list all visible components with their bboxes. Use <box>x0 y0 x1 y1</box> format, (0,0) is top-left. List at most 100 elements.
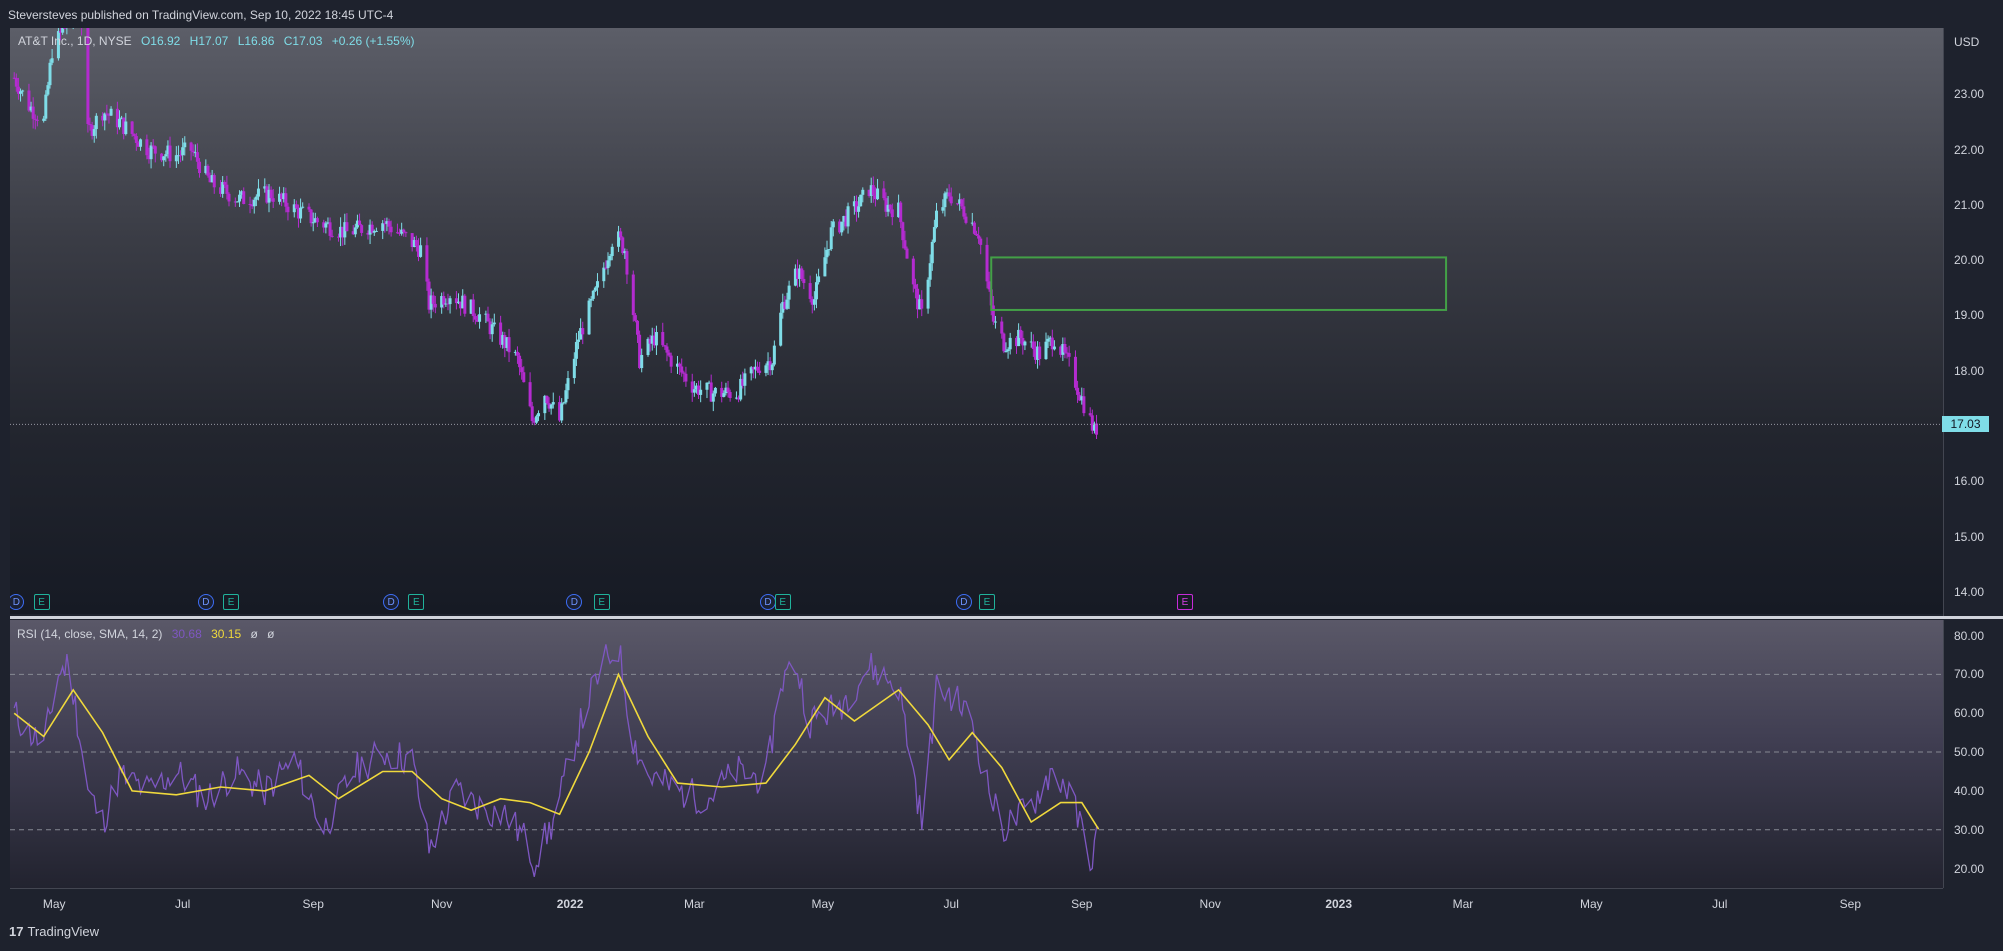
candle-body <box>189 142 193 151</box>
candle-body <box>212 175 216 188</box>
candle-body <box>515 351 519 356</box>
candle-body <box>905 248 909 259</box>
candle-body <box>518 355 522 368</box>
candle-body <box>692 389 696 393</box>
candle-body <box>1076 387 1080 395</box>
candle-body <box>1044 341 1048 360</box>
time-tick-label: Mar <box>1452 897 1474 911</box>
candle-body <box>238 194 242 202</box>
earnings-marker[interactable]: E <box>223 594 240 610</box>
close-value: C17.03 <box>283 34 323 48</box>
time-tick-label: Jul <box>943 897 959 911</box>
candle-body <box>631 274 635 316</box>
top-bar: Steversteves published on TradingView.co… <box>0 0 2003 28</box>
candle-body <box>448 298 452 305</box>
price-chart-svg[interactable] <box>10 28 1943 614</box>
dividend-marker[interactable]: D <box>197 594 214 610</box>
candle-body <box>1004 351 1008 353</box>
candle-body <box>608 255 612 261</box>
rsi-extra-1: ø <box>250 627 258 641</box>
rsi-pane[interactable]: RSI (14, close, SMA, 14, 2) 30.68 30.15 … <box>10 620 1943 888</box>
candle-body <box>678 363 682 367</box>
candle-body <box>256 188 260 197</box>
candle-body <box>223 182 227 185</box>
price-tick-label: 21.00 <box>1954 197 1985 212</box>
candle-body <box>88 123 92 126</box>
candle-body <box>680 366 684 373</box>
candle-body <box>507 337 511 353</box>
candle-body <box>619 231 623 238</box>
candle-body <box>50 58 54 63</box>
price-chart-pane[interactable]: AT&T Inc., 1D, NYSE O16.92 H17.07 L16.86… <box>10 28 1943 614</box>
pane-separator[interactable] <box>10 616 2003 619</box>
candle-body <box>522 372 526 383</box>
candle-body <box>1019 329 1023 338</box>
candle-body <box>42 118 46 121</box>
candle-body <box>551 402 555 405</box>
candle-body <box>764 365 768 373</box>
candle-body <box>286 206 290 213</box>
candle-body <box>711 393 715 402</box>
candle-body <box>1002 333 1006 352</box>
candle-body <box>225 184 229 194</box>
candle-body <box>979 238 983 245</box>
earnings-marker[interactable]: E <box>979 594 996 610</box>
rsi-tick-label: 70.00 <box>1954 667 1985 682</box>
candle-body <box>705 382 709 390</box>
rsi-tick-label: 50.00 <box>1954 745 1985 760</box>
candle-body <box>284 193 288 207</box>
supply-zone-rectangle[interactable] <box>990 256 1448 311</box>
candle-body <box>387 221 391 227</box>
time-tick-label: 2023 <box>1325 897 1353 911</box>
candle-body <box>823 257 827 277</box>
earnings-marker[interactable]: E <box>1176 594 1193 610</box>
candle-body <box>964 216 968 223</box>
rsi-chart-svg[interactable] <box>10 620 1943 888</box>
candle-body <box>235 201 239 203</box>
open-value: O16.92 <box>140 34 181 48</box>
candle-body <box>330 235 334 237</box>
price-tick-label: 16.00 <box>1954 474 1985 489</box>
candle-body <box>48 62 52 86</box>
candle-body <box>1031 341 1035 350</box>
earnings-marker[interactable]: E <box>408 594 425 610</box>
earnings-marker[interactable]: E <box>33 594 50 610</box>
rsi-axis[interactable]: 80.00 70.00 60.00 50.00 40.00 30.00 20.00 <box>1943 620 2003 888</box>
candle-body <box>1063 343 1067 353</box>
candle-body <box>932 227 936 242</box>
candle-body <box>431 295 435 304</box>
candle-body <box>471 299 475 317</box>
rsi-label[interactable]: RSI (14, close, SMA, 14, 2) <box>17 627 162 641</box>
candle-body <box>577 339 581 342</box>
earnings-marker[interactable]: E <box>593 594 610 610</box>
candle-body <box>772 345 776 365</box>
candle-body <box>433 303 437 308</box>
time-tick-label: May <box>811 897 835 911</box>
candle-body <box>490 324 494 335</box>
candle-body <box>162 156 166 161</box>
candle-body <box>817 276 821 283</box>
time-tick-label: Sep <box>302 897 324 911</box>
candle-body <box>846 206 850 227</box>
dividend-marker[interactable]: D <box>760 594 777 610</box>
candle-body <box>1067 353 1071 357</box>
symbol-name[interactable]: AT&T Inc., 1D, NYSE <box>18 34 132 48</box>
candle-body <box>149 145 153 160</box>
tradingview-logo[interactable]: 17 TradingView <box>9 924 99 939</box>
candle-body <box>861 189 865 195</box>
candle-body <box>621 237 625 254</box>
dividend-marker[interactable]: D <box>955 594 972 610</box>
price-axis[interactable]: USD 23.0022.0021.0020.0019.0018.0017.001… <box>1943 28 2003 616</box>
candle-body <box>1082 396 1086 414</box>
candle-body <box>1006 349 1010 352</box>
time-tick-label: Nov <box>1199 897 1221 911</box>
dividend-marker[interactable]: D <box>383 594 400 610</box>
candle-body <box>389 226 393 233</box>
candle-body <box>124 121 128 135</box>
candle-body <box>139 139 143 147</box>
earnings-marker[interactable]: E <box>774 594 791 610</box>
candle-body <box>328 222 332 236</box>
time-axis[interactable]: May Jul Sep Nov 2022 Mar May Jul Sep Nov 2023 Mar Ma… <box>10 888 1943 915</box>
candle-body <box>564 390 568 403</box>
candle-body <box>899 202 903 223</box>
